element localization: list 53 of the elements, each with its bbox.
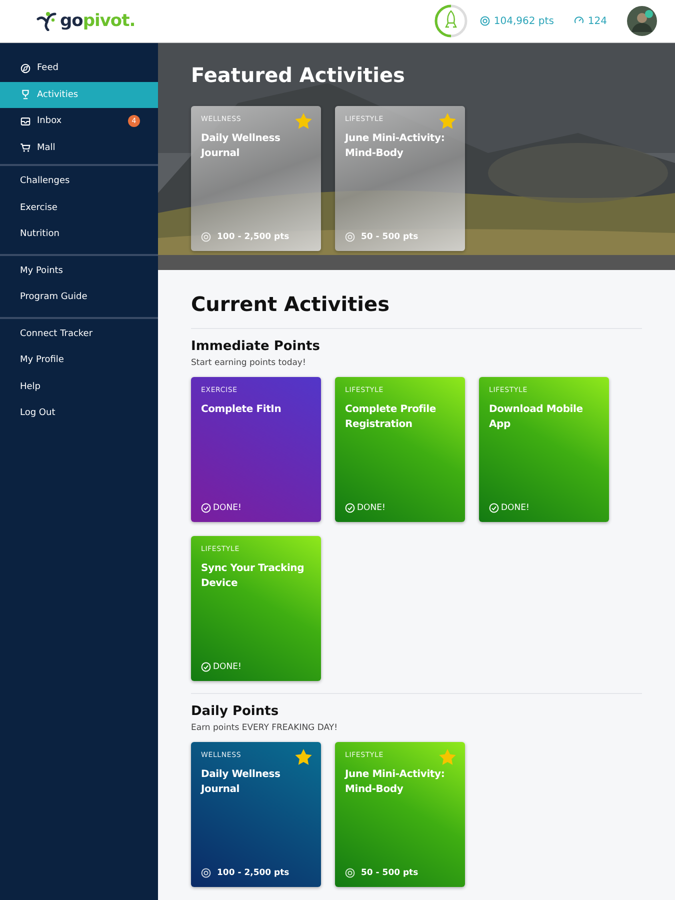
section-heading: Current Activities	[191, 292, 390, 316]
check-circle-icon	[201, 662, 211, 672]
points-range: 100 - 2,500 pts	[217, 232, 290, 242]
progress-ring	[434, 4, 468, 38]
points-range: 50 - 500 pts	[361, 232, 418, 242]
activity-title: Complete FitIn	[201, 403, 282, 417]
nav-item[interactable]: Connect Tracker	[0, 320, 158, 347]
subsection-caption: Start earning points today!	[191, 358, 307, 368]
streak-count: 124	[588, 16, 607, 26]
coin-icon	[345, 868, 355, 878]
activity-title: June Mini-Activity: Mind-Body	[345, 132, 446, 161]
subsection-caption: Earn points EVERY FREAKING DAY!	[191, 723, 338, 733]
nav-item[interactable]: Mall	[0, 134, 158, 161]
coin-icon	[345, 232, 355, 242]
activity-title: Daily Wellness Journal	[201, 132, 282, 161]
gauge-icon	[574, 16, 584, 26]
leaf-icon	[36, 11, 58, 31]
compass-icon	[20, 62, 31, 74]
logo[interactable]: gopivot.	[36, 11, 136, 31]
trophy-icon	[20, 89, 31, 100]
nav-item[interactable]: My Profile	[0, 347, 158, 374]
coin-icon	[201, 868, 211, 878]
check-circle-icon	[201, 503, 211, 513]
activity-title: Daily Wellness Journal	[201, 768, 282, 797]
nav-item[interactable]: Nutrition	[0, 221, 158, 248]
nav-item[interactable]: Feed	[0, 55, 158, 82]
section-heading: Featured Activities	[191, 63, 406, 87]
nav-item[interactable]: Challenges	[0, 168, 158, 194]
nav-item[interactable]: Log Out	[0, 400, 158, 426]
activity-title: Complete Profile Registration	[345, 403, 437, 432]
nav-item[interactable]: My Points	[0, 258, 158, 284]
nav-item[interactable]: Exercise	[0, 194, 158, 221]
coin-icon	[201, 232, 211, 242]
inbox-icon	[20, 116, 31, 127]
check-circle-icon	[489, 503, 499, 513]
points-total: 104,962 pts	[494, 16, 554, 26]
done-status: DONE!	[501, 503, 530, 513]
nav-item[interactable]: Help	[0, 374, 158, 400]
check-circle-icon	[345, 503, 355, 513]
cart-icon	[20, 142, 31, 154]
done-status: DONE!	[213, 503, 242, 513]
activity-title: June Mini-Activity: Mind-Body	[345, 768, 446, 797]
done-status: DONE!	[213, 662, 242, 672]
user-avatar[interactable]	[627, 6, 657, 36]
activity-title: Download Mobile App	[489, 403, 584, 432]
subsection-heading: Immediate Points	[191, 339, 321, 354]
coin-icon	[480, 16, 490, 26]
points-range: 100 - 2,500 pts	[217, 868, 290, 878]
activity-title: Sync Your Tracking Device	[201, 562, 306, 591]
done-status: DONE!	[357, 503, 386, 513]
subsection-heading: Daily Points	[191, 704, 280, 719]
nav-item[interactable]: Program Guide	[0, 284, 158, 310]
points-range: 50 - 500 pts	[361, 868, 418, 878]
